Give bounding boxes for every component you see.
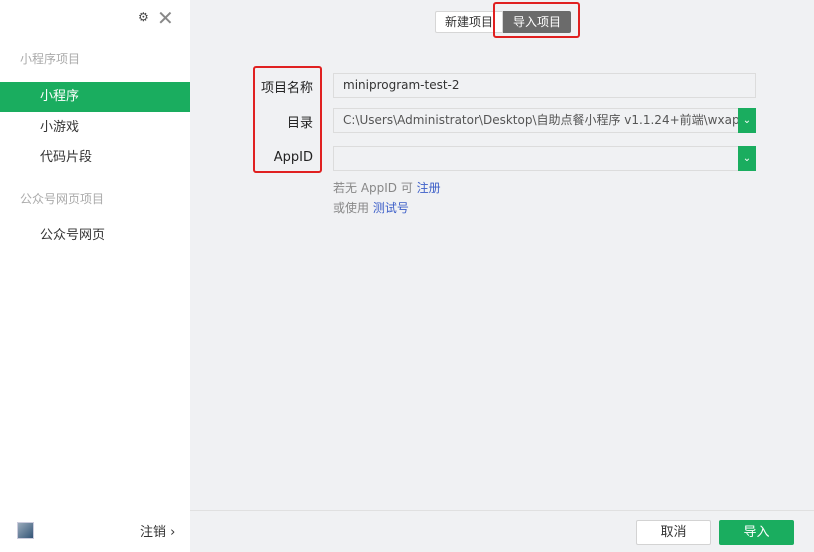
project-name-input[interactable]: miniprogram-test-2	[333, 73, 756, 98]
chevron-down-icon[interactable]: ⌄	[738, 108, 756, 133]
register-hint: 若无 AppID 可 注册	[333, 179, 441, 196]
sidebar: ⚙ ✕ 小程序项目 小程序 小游戏 代码片段 公众号网页项目 公众号网页 注销 …	[0, 0, 190, 552]
project-name-label: 项目名称	[260, 81, 313, 96]
import-button[interactable]: 导入	[719, 520, 794, 545]
avatar[interactable]	[17, 522, 34, 539]
footer-bar: 取消 导入	[190, 510, 814, 552]
register-hint-text: 若无 AppID 可	[333, 181, 417, 195]
cancel-button[interactable]: 取消	[636, 520, 711, 545]
directory-label: 目录	[286, 116, 313, 131]
appid-label: AppID	[273, 150, 313, 165]
logout-link[interactable]: 注销 ›	[140, 521, 175, 540]
section-miniprogram-projects: 小程序项目	[20, 52, 81, 66]
chevron-down-icon[interactable]: ⌄	[738, 146, 756, 171]
section-official-account-projects: 公众号网页项目	[20, 192, 105, 206]
test-account-link[interactable]: 测试号	[373, 201, 409, 215]
directory-value: C:\Users\Administrator\Desktop\自助点餐小程序 v…	[343, 113, 748, 127]
test-account-hint: 或使用 测试号	[333, 199, 409, 216]
gear-icon[interactable]: ⚙	[138, 10, 149, 24]
test-account-hint-text: 或使用	[333, 201, 373, 215]
register-link[interactable]: 注册	[417, 181, 441, 195]
appid-select[interactable]: ⌄	[333, 146, 756, 171]
sidebar-item-minigame[interactable]: 小游戏	[0, 113, 190, 143]
sidebar-item-code-snippet[interactable]: 代码片段	[0, 143, 190, 173]
sidebar-item-miniprogram[interactable]: 小程序	[0, 82, 190, 112]
close-icon[interactable]: ✕	[157, 6, 174, 30]
sidebar-item-official-webpage[interactable]: 公众号网页	[0, 221, 190, 251]
main-panel: 新建项目 导入项目 项目名称 miniprogram-test-2 目录 C:\…	[190, 0, 814, 552]
directory-select[interactable]: C:\Users\Administrator\Desktop\自助点餐小程序 v…	[333, 108, 756, 133]
highlight-box-tab	[493, 2, 580, 38]
